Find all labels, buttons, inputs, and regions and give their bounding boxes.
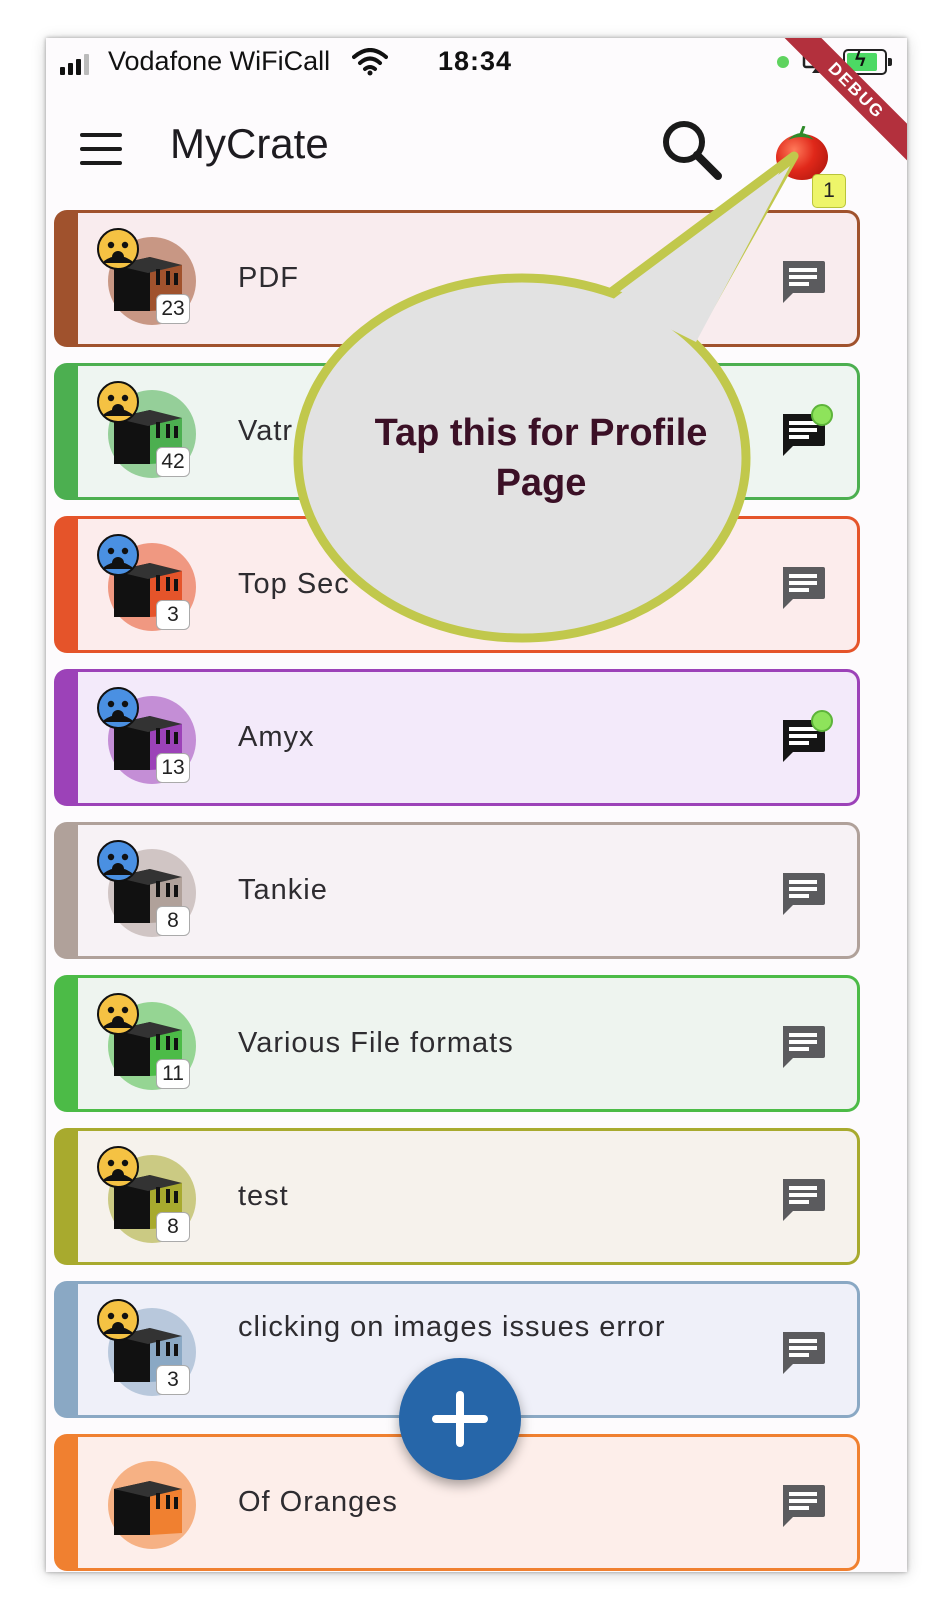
chat-button[interactable]: [779, 1483, 827, 1529]
crate-thumbnail: 8: [97, 1146, 200, 1251]
chat-icon: [783, 1179, 825, 1221]
owner-face-icon: [97, 1299, 139, 1341]
crate-name: Of Oranges: [238, 1486, 398, 1518]
crate-box-icon: [114, 1481, 182, 1535]
chat-button[interactable]: [779, 1177, 827, 1223]
item-count-badge: 8: [156, 906, 190, 936]
chat-button[interactable]: [779, 871, 827, 917]
item-count-badge: 11: [156, 1059, 190, 1089]
chat-icon: [783, 1026, 825, 1068]
chat-icon: [783, 1332, 825, 1374]
crate-card[interactable]: 8 Tankie: [54, 822, 860, 959]
crate-card[interactable]: 8 test: [54, 1128, 860, 1265]
crate-thumbnail: 11: [97, 993, 200, 1098]
tooltip-bubble: [293, 151, 799, 643]
item-count-badge: 3: [156, 1365, 190, 1395]
item-count-badge: 13: [156, 753, 190, 783]
crate-thumbnail: [100, 1457, 200, 1557]
add-crate-button[interactable]: [399, 1358, 521, 1480]
owner-face-icon: [97, 840, 139, 882]
crate-name: clicking on images issues error: [238, 1311, 666, 1343]
app-screen: Vodafone WiFiCall 18:34 ϟ DEBUG MyCrate: [46, 38, 907, 1572]
owner-face-icon: [97, 1146, 139, 1188]
tooltip-text: Tap this for Profile Page: [374, 412, 708, 504]
item-count-badge: 8: [156, 1212, 190, 1242]
crate-name: test: [238, 1180, 289, 1212]
chat-button[interactable]: [779, 1330, 827, 1376]
crate-thumbnail: 8: [97, 840, 200, 945]
chat-icon: [783, 873, 825, 915]
crate-name: Tankie: [238, 874, 328, 906]
chat-button[interactable]: [779, 1024, 827, 1070]
crate-card[interactable]: 11 Various File formats: [54, 975, 860, 1112]
crate-thumbnail: 3: [97, 1299, 200, 1404]
crate-name: Various File formats: [238, 1027, 514, 1059]
owner-face-icon: [97, 993, 139, 1035]
chat-icon: [783, 1485, 825, 1527]
